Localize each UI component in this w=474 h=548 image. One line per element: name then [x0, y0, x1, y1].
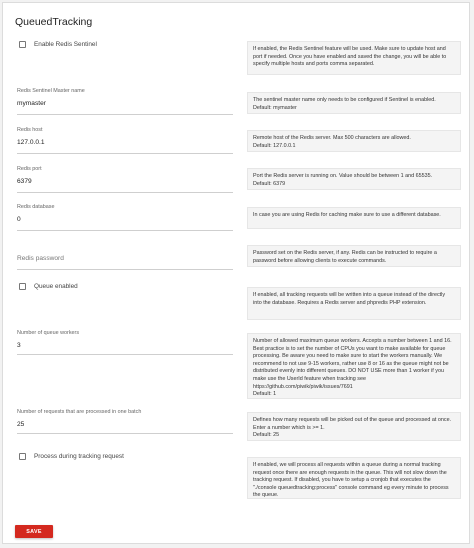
queue-enabled-label: Queue enabled	[34, 283, 78, 290]
redis-port-field[interactable]: Redis port 6379	[17, 166, 233, 194]
input-underline	[17, 230, 233, 231]
help-text: If enabled, the Redis Sentinel feature w…	[253, 46, 447, 68]
help-text: Password set on the Redis server, if any…	[253, 250, 437, 264]
input-underline	[17, 153, 233, 154]
input-underline	[17, 192, 233, 193]
redis-database-help: In case you are using Redis for caching …	[247, 207, 461, 229]
help-default: Default: 25	[253, 432, 280, 439]
help-text: Defines how many requests will be picked…	[253, 417, 452, 431]
help-text: Number of allowed maximum queue workers.…	[253, 338, 452, 390]
process-during-tracking-checkbox[interactable]: Process during tracking request	[19, 453, 124, 460]
sentinel-master-name-input[interactable]: mymaster	[17, 100, 233, 108]
help-default: Default: 127.0.0.1	[253, 142, 296, 149]
redis-password-help: Password set on the Redis server, if any…	[247, 245, 461, 267]
input-underline	[17, 114, 233, 115]
help-text: In case you are using Redis for caching …	[253, 212, 441, 218]
redis-host-field[interactable]: Redis host 127.0.0.1	[17, 127, 233, 155]
redis-host-help: Remote host of the Redis server. Max 500…	[247, 130, 461, 152]
help-text: If enabled, we will process all requests…	[253, 462, 449, 499]
checkbox-box[interactable]	[19, 41, 26, 48]
help-text: Remote host of the Redis server. Max 500…	[253, 135, 411, 141]
requests-per-batch-field[interactable]: Number of requests that are processed in…	[17, 409, 233, 435]
redis-port-label: Redis port	[17, 166, 42, 172]
queue-enabled-help: If enabled, all tracking requests will b…	[247, 287, 461, 320]
queue-workers-field[interactable]: Number of queue workers 3	[17, 330, 233, 356]
input-underline	[17, 433, 233, 434]
sentinel-master-name-label: Redis Sentinel Master name	[17, 88, 85, 94]
input-underline	[17, 354, 233, 355]
sentinel-enabled-help: If enabled, the Redis Sentinel feature w…	[247, 41, 461, 75]
checkbox-box[interactable]	[19, 453, 26, 460]
sentinel-enabled-checkbox[interactable]: Enable Redis Sentinel	[19, 41, 97, 48]
queue-workers-label: Number of queue workers	[17, 330, 80, 336]
save-button[interactable]: SAVE	[15, 525, 53, 538]
redis-password-field[interactable]: Redis password	[17, 249, 233, 271]
redis-port-help: Port the Redis server is running on. Val…	[247, 168, 461, 190]
help-text: The sentinel master name only needs to b…	[253, 97, 436, 103]
redis-database-input[interactable]: 0	[17, 216, 233, 224]
sentinel-master-name-help: The sentinel master name only needs to b…	[247, 92, 461, 114]
help-default: Default: mymaster	[253, 104, 297, 111]
process-during-tracking-label: Process during tracking request	[34, 453, 124, 460]
process-during-tracking-help: If enabled, we will process all requests…	[247, 457, 461, 499]
redis-database-field[interactable]: Redis database 0	[17, 204, 233, 232]
queue-workers-help: Number of allowed maximum queue workers.…	[247, 333, 461, 399]
requests-per-batch-label: Number of requests that are processed in…	[17, 409, 142, 415]
queue-enabled-checkbox[interactable]: Queue enabled	[19, 283, 78, 290]
help-default: Default: 6379	[253, 180, 286, 187]
page-title: QueuedTracking	[15, 16, 93, 28]
redis-password-label: Redis password	[17, 255, 64, 262]
requests-per-batch-help: Defines how many requests will be picked…	[247, 412, 461, 441]
sentinel-enabled-label: Enable Redis Sentinel	[34, 41, 97, 48]
redis-database-label: Redis database	[17, 204, 55, 210]
sentinel-master-name-field[interactable]: Redis Sentinel Master name mymaster	[17, 88, 233, 116]
settings-card: QueuedTracking Enable Redis Sentinel If …	[2, 2, 470, 544]
input-underline	[17, 269, 233, 270]
redis-port-input[interactable]: 6379	[17, 178, 233, 186]
help-text: Port the Redis server is running on. Val…	[253, 173, 433, 179]
redis-host-label: Redis host	[17, 127, 43, 133]
queue-workers-input[interactable]: 3	[17, 342, 233, 350]
checkbox-box[interactable]	[19, 283, 26, 290]
requests-per-batch-input[interactable]: 25	[17, 421, 233, 429]
help-text: If enabled, all tracking requests will b…	[253, 292, 446, 306]
help-default: Default: 1	[253, 391, 277, 398]
redis-host-input[interactable]: 127.0.0.1	[17, 139, 233, 147]
